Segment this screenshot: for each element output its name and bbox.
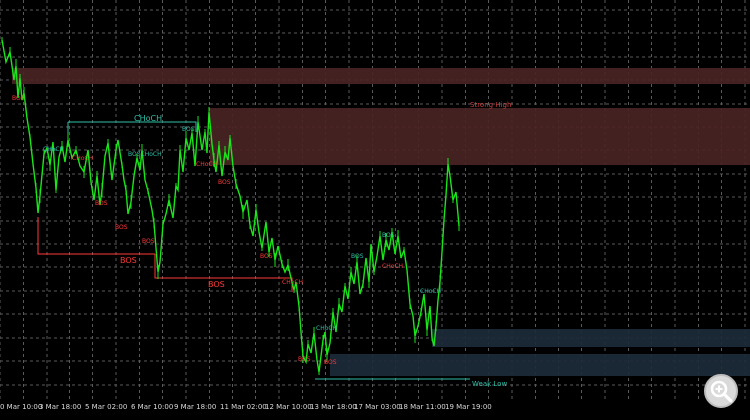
- structure-label: BOS: [182, 126, 195, 133]
- weak-low-zone-label: Weak Low: [472, 380, 507, 388]
- structure-label: CHoCH: [420, 288, 441, 295]
- structure-label: CHoCH: [282, 279, 303, 286]
- structure-label: BOSCHoCH: [128, 151, 162, 158]
- structure-label: CHoCH: [134, 114, 162, 123]
- magnifier-plus-icon: [710, 380, 733, 403]
- structure-label: BOS: [218, 179, 231, 186]
- structure-label: BOS: [382, 232, 395, 239]
- structure-label: BOS: [260, 253, 273, 260]
- x-axis: 0 Mar 10:003 Mar 18:00 5 Mar 02:00 6 Mar 1…: [0, 403, 492, 411]
- x-tick-label: 12 Mar 10:00: [265, 403, 312, 411]
- structure-label: BOS: [12, 95, 25, 102]
- x-tick-label: 9 Mar 18:00: [174, 403, 216, 411]
- structure-label: BOS: [324, 359, 337, 366]
- x-tick-label: 19 Mar 19:00: [445, 403, 492, 411]
- strong-high-zone: [210, 108, 750, 165]
- x-tick-label: 13 Mar 18:00: [310, 403, 357, 411]
- structure-label: CHoCH: [196, 161, 217, 168]
- structure-label: BOS: [115, 224, 128, 231]
- strong-high-zone-label: Strong High: [470, 101, 511, 109]
- structure-label: CHoCH: [316, 325, 337, 332]
- structure-label: CHoCH: [43, 146, 64, 153]
- x-tick-label: 6 Mar 10:00: [131, 403, 173, 411]
- x-tick-label: 0 Mar 10:00: [0, 403, 42, 411]
- x-tick-label: 17 Mar 03:00: [354, 403, 401, 411]
- zoom-button[interactable]: [704, 374, 738, 408]
- x-tick-label: 5 Mar 02:00: [85, 403, 127, 411]
- demand-zone: [432, 329, 750, 347]
- structure-label: BOS: [298, 356, 311, 363]
- x-tick-label: 11 Mar 02:00: [220, 403, 267, 411]
- structure-label: BOS: [142, 238, 155, 245]
- chart: Strong HighWeak Low BOSCHoCHCHoCHCHoCHBO…: [0, 0, 750, 420]
- structure-label: BOS: [208, 280, 225, 289]
- supply-zone: [12, 68, 750, 84]
- structure-label: BOS: [351, 253, 364, 260]
- structure-label: BOS: [95, 200, 108, 207]
- x-tick-label: 18 Mar 11:00: [399, 403, 446, 411]
- structure-label: BOS: [120, 256, 137, 265]
- weak-low-zone: [330, 354, 750, 376]
- x-tick-label: 3 Mar 18:00: [39, 403, 81, 411]
- structure-label: CHoCH: [382, 263, 403, 270]
- structure-label: CHoCH: [72, 155, 93, 162]
